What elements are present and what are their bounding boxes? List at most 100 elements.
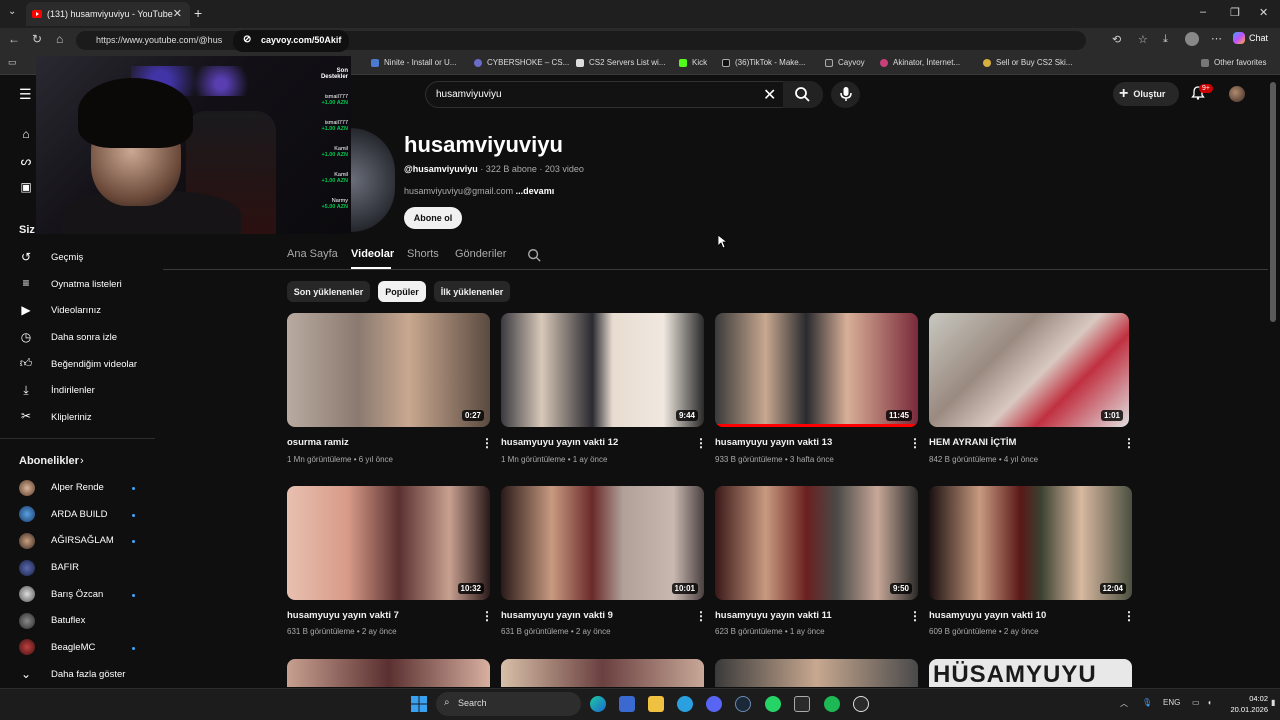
whatsapp-icon[interactable] — [765, 696, 781, 712]
video-more-icon[interactable]: ⋮ — [481, 609, 493, 623]
chip-popular[interactable]: Popüler — [378, 281, 426, 302]
video-thumbnail[interactable] — [287, 659, 490, 687]
video-thumbnail[interactable]: 1:01 — [929, 313, 1129, 427]
refresh-icon[interactable]: ↻ — [32, 32, 42, 46]
bookmark-cayvoy[interactable]: Cayvoy — [825, 58, 865, 67]
video-more-icon[interactable]: ⋮ — [481, 436, 493, 450]
store-icon[interactable] — [619, 696, 635, 712]
steam-icon[interactable] — [735, 696, 751, 712]
subscriptions-nav-icon[interactable]: ▣ — [18, 180, 34, 196]
bookmark-ninite[interactable]: Ninite - Install or U... — [371, 58, 456, 67]
create-button[interactable]: + Oluştur — [1113, 82, 1179, 106]
channel-search-icon[interactable] — [527, 248, 541, 262]
edge-icon[interactable] — [590, 696, 606, 712]
subscriptions-header[interactable]: Abonelikler — [19, 455, 79, 467]
browser-tab[interactable]: (131) husamviyuviyu - YouTube ✕ — [26, 2, 190, 26]
search-button[interactable] — [783, 81, 823, 108]
more-link[interactable]: ...devamı — [513, 186, 555, 196]
subscription-item[interactable]: AĞIRSAĞLAM — [51, 535, 114, 546]
search-box[interactable]: husamviyuviyu ✕ — [425, 81, 823, 108]
video-thumbnail[interactable]: 11:45 — [715, 313, 918, 427]
bookmark-tiktok[interactable]: (36)TikTok - Make... — [722, 58, 805, 67]
tab-posts[interactable]: Gönderiler — [455, 248, 506, 260]
home-icon[interactable]: ⌂ — [56, 32, 63, 46]
network-icon[interactable]: ▭ — [1192, 698, 1200, 707]
obs-icon[interactable] — [853, 696, 869, 712]
sidebar-item-clips[interactable]: Klipleriniz — [51, 412, 92, 423]
video-more-icon[interactable]: ⋮ — [695, 609, 707, 623]
video-thumbnail[interactable]: 0:27 — [287, 313, 490, 427]
tab-home[interactable]: Ana Sayfa — [287, 248, 338, 260]
system-clock[interactable]: 04:02 20.01.2026 — [1226, 693, 1268, 715]
video-thumbnail[interactable]: HÜSAMYUYU — [929, 659, 1132, 687]
video-more-icon[interactable]: ⋮ — [1123, 609, 1135, 623]
taskbar-search[interactable]: ⌕ Search — [436, 692, 581, 716]
sidebar-item-playlists[interactable]: Oynatma listeleri — [51, 279, 122, 290]
extensions-icon[interactable]: ⟲ — [1112, 33, 1121, 46]
chip-oldest[interactable]: İlk yüklenenler — [434, 281, 510, 302]
downloads-icon[interactable]: ⤓ — [1163, 33, 1168, 46]
tray-chevron-icon[interactable]: ︿ — [1120, 698, 1128, 709]
language-indicator[interactable]: ENG — [1163, 698, 1180, 707]
you-section-header[interactable]: Siz — [19, 224, 35, 236]
app-icon[interactable] — [794, 696, 810, 712]
channel-description[interactable]: husamviyuviyu@gmail.com ...devamı — [404, 186, 554, 196]
restore-icon[interactable]: ❐ — [1230, 6, 1240, 19]
chip-latest[interactable]: Son yüklenenler — [287, 281, 370, 302]
video-title[interactable]: husamyuyu yayın vakti 9 — [501, 610, 613, 621]
sidebar-item-history[interactable]: Geçmiş — [51, 252, 83, 263]
video-thumbnail[interactable]: 9:44 — [501, 313, 704, 427]
hamburger-menu-icon[interactable]: ☰ — [19, 86, 32, 103]
close-tab-icon[interactable]: ✕ — [173, 7, 182, 20]
copilot-chat-button[interactable]: Chat — [1233, 32, 1268, 44]
file-explorer-icon[interactable] — [648, 696, 664, 712]
video-more-icon[interactable]: ⋮ — [909, 436, 921, 450]
video-thumbnail[interactable]: 10:32 — [287, 486, 490, 600]
video-title[interactable]: husamyuyu yayın vakti 13 — [715, 437, 832, 448]
sidebar-item-liked-videos[interactable]: Beğendiğim videolar — [51, 359, 137, 370]
tray-mic-icon[interactable]: 🎙︎ — [1142, 698, 1152, 707]
bookmark-cs2-servers[interactable]: CS2 Servers List wi... — [576, 58, 665, 67]
sidebar-item-your-videos[interactable]: Videolarınız — [51, 305, 101, 316]
subscription-item[interactable]: BAFIR — [51, 562, 79, 573]
video-title[interactable]: husamyuyu yayın vakti 7 — [287, 610, 399, 621]
tab-shorts[interactable]: Shorts — [407, 248, 439, 260]
telegram-icon[interactable] — [677, 696, 693, 712]
video-thumbnail[interactable] — [501, 659, 704, 687]
subscription-item[interactable]: BeagleMC — [51, 642, 95, 653]
clear-search-icon[interactable]: ✕ — [763, 85, 776, 105]
video-thumbnail[interactable]: 10:01 — [501, 486, 704, 600]
subscription-item[interactable]: Barış Özcan — [51, 589, 103, 600]
subscribe-button[interactable]: Abone ol — [404, 207, 462, 229]
bookmark-akinator[interactable]: Akinator, İnternet... — [880, 58, 960, 67]
video-thumbnail[interactable] — [715, 659, 918, 687]
profile-avatar[interactable] — [1185, 32, 1199, 46]
account-avatar[interactable] — [1229, 86, 1245, 102]
url-field[interactable]: https://www.youtube.com/@hus — [76, 31, 1086, 50]
bookmark-cs2-skins[interactable]: Sell or Buy CS2 Ski... — [983, 58, 1072, 67]
tab-actions-icon[interactable]: ⌄ — [8, 6, 16, 17]
subscription-item[interactable]: Alper Rende — [51, 482, 104, 493]
other-favorites[interactable]: Other favorites — [1201, 58, 1266, 67]
windows-start-icon[interactable] — [411, 696, 427, 712]
favorites-icon[interactable]: ☆ — [1138, 33, 1148, 46]
minimize-icon[interactable]: – — [1200, 6, 1206, 18]
show-more-button[interactable]: Daha fazla göster — [51, 669, 125, 680]
video-more-icon[interactable]: ⋮ — [695, 436, 707, 450]
volume-icon[interactable]: ◖ — [1207, 698, 1212, 707]
video-title[interactable]: osurma ramiz — [287, 437, 349, 448]
notifications-icon[interactable]: ▮ — [1271, 698, 1275, 707]
home-nav-icon[interactable]: ⌂ — [18, 127, 34, 143]
shorts-nav-icon[interactable]: ᔕ — [18, 154, 34, 170]
sidebar-item-watch-later[interactable]: Daha sonra izle — [51, 332, 117, 343]
video-title[interactable]: husamyuyu yayın vakti 10 — [929, 610, 1046, 621]
bookmark-kick[interactable]: Kick — [679, 58, 707, 67]
sidebar-item-downloads[interactable]: İndirilenler — [51, 385, 95, 396]
video-title[interactable]: husamyuyu yayın vakti 12 — [501, 437, 618, 448]
menu-more-icon[interactable]: ⋯ — [1211, 32, 1222, 45]
bookmark-cybershoke[interactable]: CYBERSHOKE – CS... — [474, 58, 569, 67]
subscription-item[interactable]: Batuflex — [51, 615, 85, 626]
reading-icon[interactable]: ▭ — [8, 57, 17, 68]
voice-search-button[interactable] — [831, 81, 860, 108]
video-title[interactable]: HEM AYRANI İÇTİM — [929, 437, 1016, 448]
